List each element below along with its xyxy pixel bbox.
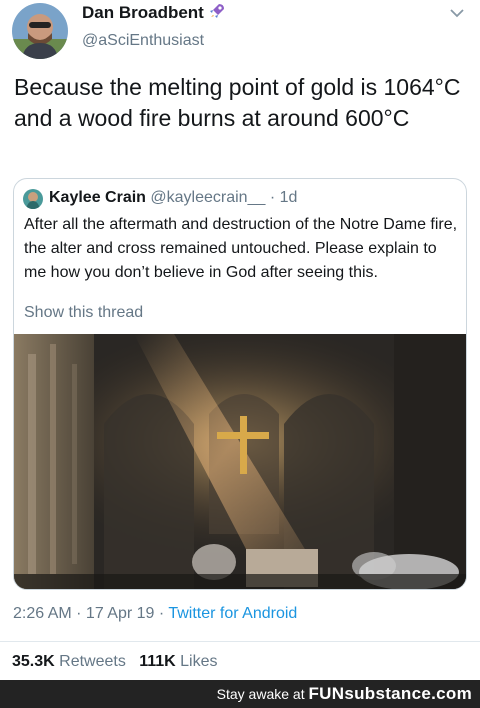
- quoted-time: · 1d: [269, 189, 298, 206]
- avatar[interactable]: [12, 3, 68, 59]
- timestamp[interactable]: 2:26 AM · 17 Apr 19 ·: [13, 605, 168, 622]
- quoted-display-name: Kaylee Crain: [49, 189, 146, 206]
- quoted-avatar: [23, 189, 43, 209]
- engagement-stats: 35.3K Retweets 111K Likes: [12, 653, 218, 671]
- footer-brand: FUNsubstance.com: [308, 684, 472, 703]
- retweets-label[interactable]: Retweets: [59, 653, 126, 670]
- display-name[interactable]: Dan Broadbent: [82, 3, 204, 23]
- tweet-header: Dan Broadbent @aSciEnthusiast: [12, 0, 468, 62]
- quoted-handle: @kayleecrain__: [150, 189, 266, 206]
- notre-dame-photo[interactable]: [14, 334, 466, 589]
- likes-label[interactable]: Likes: [180, 653, 217, 670]
- quoted-header: Kaylee Crain @kayleecrain__ · 1d: [49, 189, 297, 207]
- rocket-icon: [209, 3, 225, 23]
- footer-prefix: Stay awake at: [216, 686, 309, 702]
- tweet-text: Because the melting point of gold is 106…: [14, 74, 461, 131]
- name-line: Dan Broadbent: [82, 3, 225, 23]
- source-app-link[interactable]: Twitter for Android: [168, 605, 297, 622]
- retweets-count[interactable]: 35.3K: [12, 653, 55, 670]
- handle[interactable]: @aSciEnthusiast: [82, 32, 204, 50]
- chevron-down-icon[interactable]: [448, 6, 466, 20]
- divider: [0, 641, 480, 642]
- quoted-tweet-card[interactable]: Kaylee Crain @kayleecrain__ · 1d After a…: [13, 178, 467, 590]
- show-thread-link[interactable]: Show this thread: [24, 304, 143, 322]
- tweet-meta: 2:26 AM · 17 Apr 19 · Twitter for Androi…: [13, 605, 297, 623]
- likes-count[interactable]: 111K: [139, 653, 175, 670]
- watermark-footer: Stay awake at FUNsubstance.com: [0, 680, 480, 708]
- quoted-text: After all the aftermath and destruction …: [24, 216, 458, 281]
